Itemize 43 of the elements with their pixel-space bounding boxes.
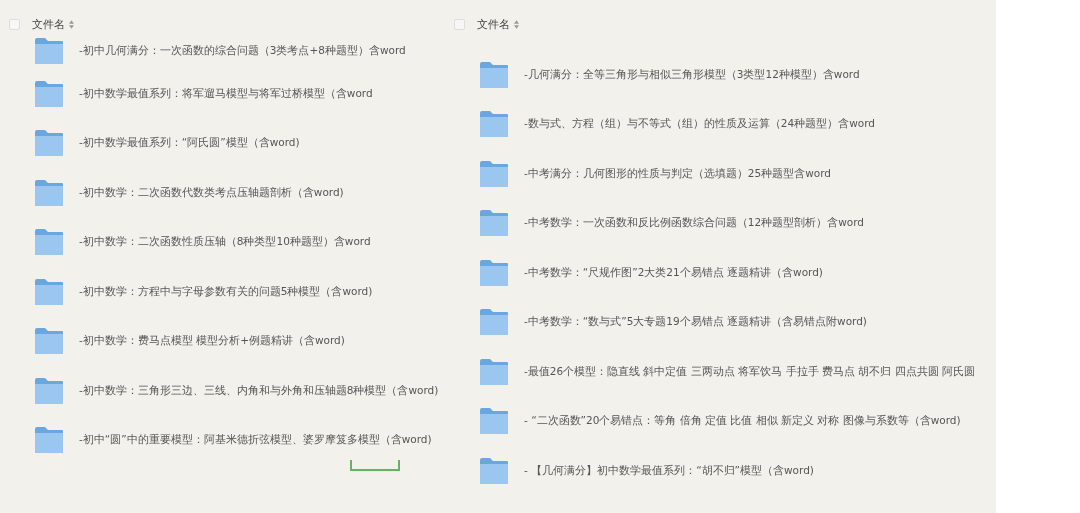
folder-icon[interactable] [479,258,509,287]
folder-icon[interactable] [34,79,64,108]
column-header[interactable]: 文件名 [32,16,65,32]
folder-icon[interactable] [34,426,64,455]
select-all-checkbox[interactable] [9,18,20,30]
folder-name[interactable]: -初中数学最值系列：“阿氏圆”模型（含word) [79,136,300,151]
folder-name[interactable]: -初中数学最值系列：将军遛马模型与将军过桥模型（含word [79,86,373,101]
folder-name[interactable]: -中考满分：几何图形的性质与判定（选填题）25种题型含word [524,166,831,181]
folder-name[interactable]: -初中“圆”中的重要模型：阿基米德折弦模型、婆罗摩笈多模型（含word) [79,433,432,448]
folder-name[interactable]: -数与式、方程（组）与不等式（组）的性质及运算（24种题型）含word [524,117,875,132]
folder-icon[interactable] [34,129,64,158]
folder-name[interactable]: -初中几何满分：一次函数的综合问题（3类考点+8种题型）含word [79,44,406,58]
folder-name[interactable]: -中考数学：“数与式”5大专题19个易错点 逐题精讲（含易错点附word) [524,315,867,330]
folder-icon[interactable] [479,407,509,436]
folder-icon[interactable] [34,228,64,257]
folder-name[interactable]: - 【几何满分】初中数学最值系列：“胡不归”模型（含word) [524,463,814,478]
folder-icon[interactable] [34,376,64,405]
folder-name[interactable]: -中考数学：一次函数和反比例函数综合问题（12种题型剖析）含word [524,216,864,231]
folder-icon[interactable] [479,60,509,89]
folder-icon[interactable] [34,327,64,356]
folder-icon[interactable] [34,37,64,65]
bracket-mark [350,460,400,471]
sort-icon[interactable] [69,19,74,29]
folder-name[interactable]: -最值26个模型：隐直线 斜中定值 三两动点 将军饮马 手拉手 费马点 胡不归 四点共圆 阿氏圆 [524,364,975,379]
folder-icon[interactable] [479,209,509,238]
folder-icon[interactable] [479,456,509,485]
folder-name[interactable]: -初中数学：二次函数代数类考点压轴题剖析（含word) [79,185,344,200]
sort-icon[interactable] [514,19,519,29]
folder-name[interactable]: -初中数学：费马点模型 模型分析+例题精讲（含word) [79,334,345,349]
folder-icon[interactable] [34,178,64,207]
folder-name[interactable]: -初中数学：二次函数性质压轴（8种类型10种题型）含word [79,235,371,250]
folder-name[interactable]: -初中数学：三角形三边、三线、内角和与外角和压轴题8种模型（含word) [79,383,439,398]
folder-icon[interactable] [479,159,509,188]
folder-name[interactable]: -中考数学：“尺规作图”2大类21个易错点 逐题精讲（含word) [524,265,823,280]
folder-name[interactable]: -初中数学：方程中与字母参数有关的问题5种模型（含word) [79,284,373,299]
folder-icon[interactable] [479,357,509,386]
folder-icon[interactable] [34,277,64,306]
column-header[interactable]: 文件名 [477,16,510,32]
folder-icon[interactable] [479,110,509,139]
folder-icon[interactable] [479,308,509,337]
folder-name[interactable]: -几何满分：全等三角形与相似三角形模型（3类型12种模型）含word [524,67,860,82]
select-all-checkbox[interactable] [454,18,465,30]
folder-name[interactable]: - “二次函数”20个易错点：等角 倍角 定值 比值 相似 新定义 对称 图像与系数等（含word) [524,414,961,429]
